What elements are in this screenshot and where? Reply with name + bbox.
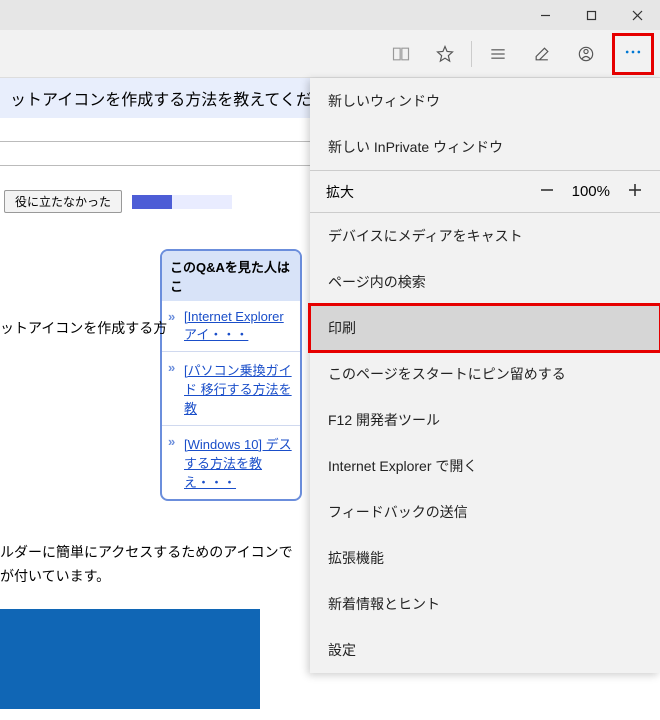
toolbar-separator [471,41,472,67]
menu-open-in-ie[interactable]: Internet Explorer で開く [310,443,660,489]
related-link[interactable]: [パソコン乗換ガイド 移行する方法を教 [162,351,300,425]
not-helpful-button[interactable]: 役に立たなかった [4,190,122,213]
reading-view-icon[interactable] [383,36,419,72]
more-menu: 新しいウィンドウ 新しい InPrivate ウィンドウ 拡大 100% デバイ… [310,78,660,673]
close-button[interactable] [614,0,660,30]
related-link[interactable]: [Windows 10] デス する方法を教え・・・ [162,425,300,499]
zoom-value: 100% [572,183,610,200]
maximize-button[interactable] [568,0,614,30]
menu-print[interactable]: 印刷 [310,305,660,351]
menu-send-feedback[interactable]: フィードバックの送信 [310,489,660,535]
related-link[interactable]: [Internet Explorer アイ・・・ [162,301,300,351]
menu-new-window[interactable]: 新しいウィンドウ [310,78,660,124]
window-titlebar [0,0,660,30]
zoom-label: 拡大 [326,182,354,202]
related-qa-title: このQ&Aを見た人はこ [162,251,300,301]
minimize-button[interactable] [522,0,568,30]
related-qa-box: このQ&Aを見た人はこ [Internet Explorer アイ・・・ [パソ… [160,249,302,501]
menu-f12-devtools[interactable]: F12 開発者ツール [310,397,660,443]
more-button-highlight [612,33,654,75]
share-icon[interactable] [568,36,604,72]
menu-zoom-row: 拡大 100% [310,171,660,213]
left-column-text: ットアイコンを作成する方 [0,318,167,338]
web-note-icon[interactable] [524,36,560,72]
feedback-progress [132,195,232,209]
menu-pin-to-start[interactable]: このページをスタートにピン留めする [310,351,660,397]
menu-settings[interactable]: 設定 [310,627,660,673]
zoom-out-button[interactable] [538,181,556,202]
menu-find-in-page[interactable]: ページ内の検索 [310,259,660,305]
menu-whats-new[interactable]: 新着情報とヒント [310,581,660,627]
menu-cast-media[interactable]: デバイスにメディアをキャスト [310,213,660,259]
more-icon[interactable] [623,42,643,65]
zoom-in-button[interactable] [626,181,644,202]
favorites-star-icon[interactable] [427,36,463,72]
menu-new-inprivate[interactable]: 新しい InPrivate ウィンドウ [310,124,660,171]
hub-icon[interactable] [480,36,516,72]
browser-toolbar [0,30,660,78]
blue-image-placeholder [0,609,260,709]
menu-extensions[interactable]: 拡張機能 [310,535,660,581]
